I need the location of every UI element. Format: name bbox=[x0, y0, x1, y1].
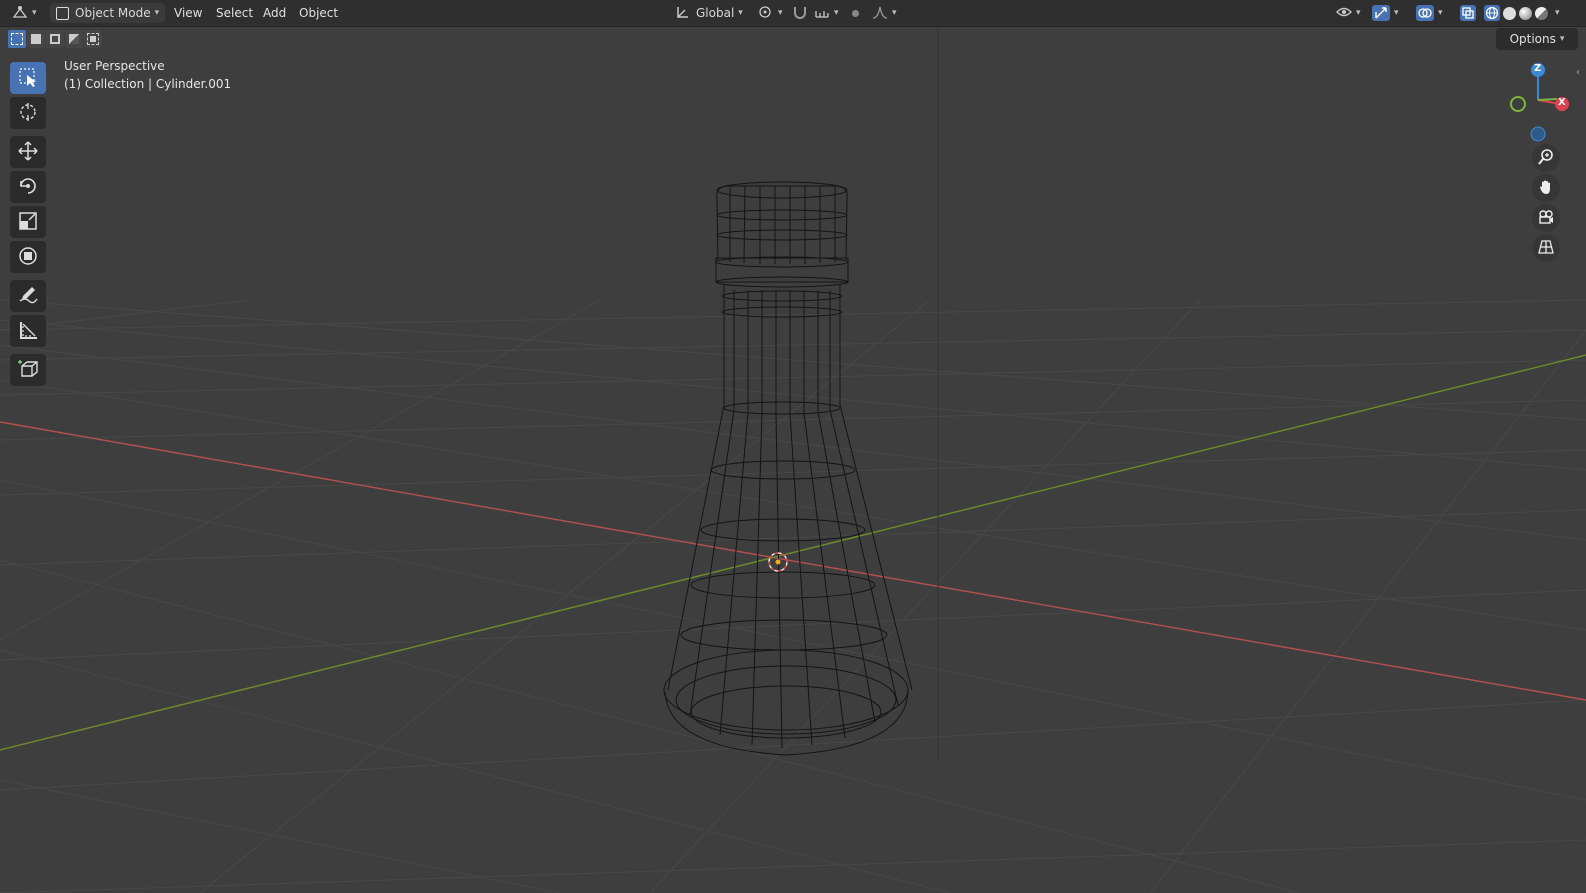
select-extend-button[interactable] bbox=[27, 30, 45, 48]
select-invert-icon bbox=[69, 34, 79, 44]
select-subtract-button[interactable] bbox=[46, 30, 64, 48]
move-icon bbox=[17, 140, 39, 165]
pivot-icon bbox=[758, 5, 774, 22]
chevron-down-icon: ▾ bbox=[1394, 8, 1399, 18]
wireframe-shading-icon[interactable] bbox=[1484, 5, 1500, 21]
chevron-down-icon: ▾ bbox=[834, 8, 839, 18]
chevron-down-icon[interactable]: ▾ bbox=[1555, 8, 1560, 18]
tool-select-box[interactable] bbox=[10, 62, 46, 94]
overlays-icon bbox=[1416, 5, 1434, 21]
eye-icon bbox=[1336, 5, 1352, 22]
select-invert-button[interactable] bbox=[65, 30, 83, 48]
menu-view[interactable]: View bbox=[168, 3, 208, 23]
tool-rotate[interactable] bbox=[10, 171, 46, 203]
chevron-down-icon: ▾ bbox=[892, 8, 897, 18]
ortho-grid-icon bbox=[1537, 238, 1555, 259]
gizmo-x-label: X bbox=[1558, 97, 1566, 108]
menu-add[interactable]: Add bbox=[257, 3, 292, 23]
nav-camera-button[interactable] bbox=[1532, 204, 1560, 232]
snap-toggle[interactable] bbox=[792, 3, 810, 23]
chevron-down-icon: ▾ bbox=[738, 8, 743, 18]
annotate-pencil-icon bbox=[17, 284, 39, 309]
orientation-dropdown[interactable]: Global ▾ bbox=[672, 3, 747, 23]
select-new-button[interactable] bbox=[8, 30, 26, 48]
chevron-down-icon: ▾ bbox=[1559, 34, 1565, 44]
solid-shading-icon[interactable] bbox=[1503, 6, 1516, 20]
proportional-edit-icon bbox=[852, 9, 859, 17]
tool-add-cube[interactable] bbox=[10, 354, 46, 386]
material-shading-icon[interactable] bbox=[1519, 6, 1532, 20]
rotate-icon bbox=[17, 175, 39, 200]
options-dropdown[interactable]: Options ▾ bbox=[1496, 28, 1578, 50]
pivot-point-dropdown[interactable]: ▾ bbox=[758, 3, 788, 23]
camera-icon bbox=[1537, 208, 1555, 229]
chevron-down-icon: ▾ bbox=[1356, 8, 1361, 18]
gizmo-z-label: Z bbox=[1534, 63, 1542, 74]
cursor-3d-icon bbox=[17, 101, 39, 126]
floor-grid bbox=[0, 299, 1586, 893]
chevron-down-icon: ▾ bbox=[778, 8, 783, 18]
tool-annotate[interactable] bbox=[10, 280, 46, 312]
options-label: Options bbox=[1509, 32, 1556, 46]
rendered-shading-icon[interactable] bbox=[1535, 6, 1548, 20]
snap-increment-icon bbox=[814, 5, 830, 22]
xray-icon bbox=[1460, 5, 1476, 21]
collection-info-label: (1) Collection | Cylinder.001 bbox=[64, 77, 232, 91]
chevron-down-icon: ▾ bbox=[154, 8, 160, 18]
orientation-label: Global bbox=[696, 6, 735, 20]
viewport-header: ▾ Object Mode ▾ View Select Add Object G… bbox=[0, 0, 1586, 27]
menu-select[interactable]: Select bbox=[210, 3, 259, 23]
gizmo-toggle-icon bbox=[1372, 5, 1390, 21]
chevron-down-icon: ▾ bbox=[1438, 8, 1443, 18]
3d-viewport[interactable]: Z X bbox=[0, 0, 1586, 893]
proportional-edit-toggle[interactable] bbox=[852, 3, 870, 23]
tool-transform[interactable] bbox=[10, 241, 46, 273]
view-name-label: User Perspective bbox=[64, 59, 165, 73]
falloff-curve-icon bbox=[872, 5, 888, 22]
mode-dropdown[interactable]: Object Mode ▾ bbox=[50, 3, 166, 23]
nav-ortho-button[interactable] bbox=[1532, 234, 1560, 262]
gizmo-neg-y[interactable] bbox=[1510, 96, 1526, 112]
tool-scale[interactable] bbox=[10, 206, 46, 238]
mode-label: Object Mode bbox=[75, 6, 151, 20]
magnet-icon bbox=[792, 5, 808, 22]
tool-move[interactable] bbox=[10, 136, 46, 168]
select-box-icon bbox=[17, 66, 39, 91]
object-mode-icon bbox=[56, 6, 69, 20]
tool-measure[interactable] bbox=[10, 315, 46, 347]
chevron-down-icon: ▾ bbox=[32, 8, 37, 18]
select-intersect-button[interactable] bbox=[84, 30, 102, 48]
select-extend-icon bbox=[31, 34, 41, 44]
visibility-dropdown[interactable]: ▾ bbox=[1336, 3, 1366, 23]
sidebar-collapse-arrow[interactable]: ‹ bbox=[1576, 67, 1586, 81]
editor-type-icon bbox=[12, 5, 28, 22]
gizmo-dropdown[interactable]: ▾ bbox=[1372, 3, 1406, 23]
editor-type-dropdown[interactable]: ▾ bbox=[12, 3, 40, 23]
viewport-canvas[interactable] bbox=[0, 0, 1586, 893]
overlays-dropdown[interactable]: ▾ bbox=[1416, 3, 1450, 23]
add-cube-icon bbox=[17, 358, 39, 383]
shading-modes: ▾ bbox=[1484, 3, 1568, 23]
nav-pan-button[interactable] bbox=[1532, 174, 1560, 202]
nav-zoom-button[interactable] bbox=[1532, 144, 1560, 172]
selection-mode-buttons bbox=[8, 30, 102, 48]
select-subtract-icon bbox=[50, 34, 60, 44]
bottle-wireframe[interactable] bbox=[663, 181, 913, 756]
xray-toggle[interactable] bbox=[1460, 3, 1480, 23]
transform-orientation-icon bbox=[676, 5, 690, 22]
falloff-dropdown[interactable]: ▾ bbox=[872, 3, 900, 23]
measure-ruler-icon bbox=[17, 319, 39, 344]
gizmo-neg-z[interactable] bbox=[1530, 126, 1546, 142]
menu-object[interactable]: Object bbox=[293, 3, 344, 23]
scale-icon bbox=[17, 210, 39, 235]
pan-hand-icon bbox=[1537, 178, 1555, 199]
select-intersect-icon bbox=[87, 33, 99, 45]
zoom-icon bbox=[1537, 148, 1555, 169]
snap-target-dropdown[interactable]: ▾ bbox=[814, 3, 844, 23]
select-new-icon bbox=[11, 33, 23, 45]
tool-cursor[interactable] bbox=[10, 97, 46, 129]
transform-icon bbox=[17, 245, 39, 270]
chevron-left-icon: ‹ bbox=[1576, 67, 1580, 78]
